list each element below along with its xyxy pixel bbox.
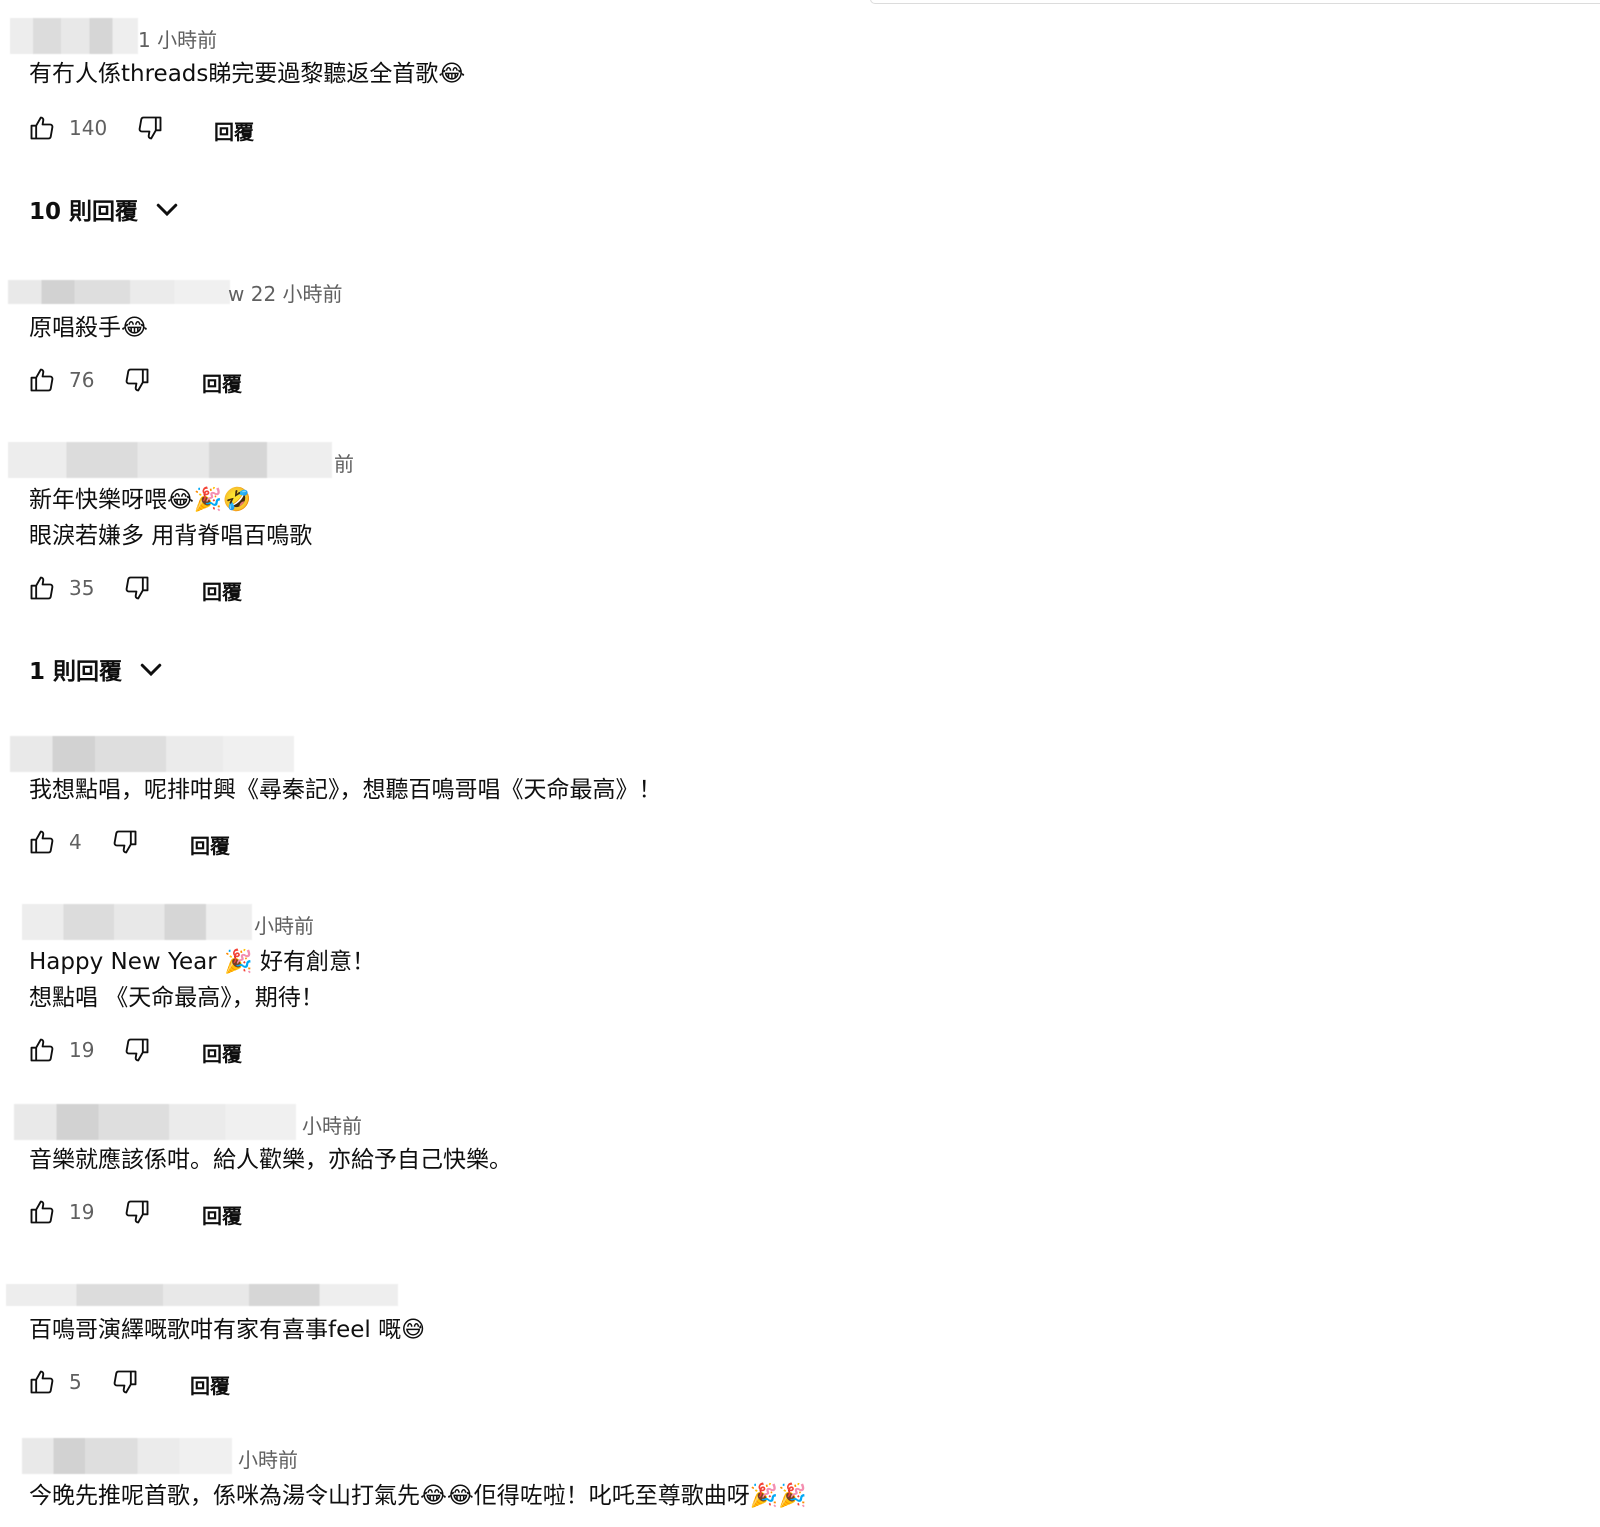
comment: 前 新年快樂呀喂😂🎉🤣 眼淚若嫌多 用背脊唱百鳴歌 35 回覆 [0,442,1600,604]
blurred-username [22,904,252,940]
reply-button[interactable]: 回覆 [202,1200,242,1229]
comment-header: 1 小時前 [0,18,1600,54]
thumbs-up-icon[interactable] [27,1197,57,1227]
blurred-username [8,280,230,304]
replies-count: 10 則回覆 [29,199,139,225]
thumbs-up-icon[interactable] [27,573,57,603]
thumbs-down-icon[interactable] [122,1197,152,1227]
comment: 百鳴哥演繹嘅歌咁有家有喜事feel 嘅😅 5 回覆 [0,1276,1600,1398]
top-border [870,0,1600,4]
blurred-username [10,736,294,772]
comment-text: 有冇人係threads睇完要過黎聽返全首歌😂 [29,61,466,87]
like-count: 19 [69,1200,95,1224]
comment: w 22 小時前 原唱殺手😂 76 回覆 [0,272,1600,396]
comment-text: 我想點唱，呢排咁興《尋秦記》，想聽百鳴哥唱《天命最高》！ [29,777,662,803]
thumbs-down-icon[interactable] [110,827,140,857]
comment: 小時前 Happy New Year 🎉 好有創意！ 想點唱 《天命最高》，期待… [0,904,1600,1066]
comment: 小時前 今晚先推呢首歌，係咪為湯令山打氣先😂😂佢得咗啦！叱吒至尊歌曲呀🎉🎉 [0,1438,1600,1509]
comment-actions: 5 [27,1364,140,1400]
blurred-username [22,1438,232,1474]
comment-header: w 22 小時前 [0,272,1600,308]
comment-time: 1 小時前 [138,28,218,52]
reply-button[interactable]: 回覆 [202,368,242,397]
comment-header [0,1276,1600,1312]
comment-actions: 35 [27,570,152,606]
thumbs-down-icon[interactable] [110,1367,140,1397]
comment-header: 前 [0,442,1600,478]
thumbs-up-icon[interactable] [27,1367,57,1397]
comment-text-line-1: 新年快樂呀喂😂🎉🤣 [29,487,252,513]
comment-actions: 19 [27,1032,152,1068]
thumbs-down-icon[interactable] [122,1035,152,1065]
comment: 小時前 音樂就應該係咁。給人歡樂，亦給予自己快樂。 19 回覆 [0,1104,1600,1228]
thumbs-down-icon[interactable] [122,573,152,603]
reply-button[interactable]: 回覆 [190,830,230,859]
replies-toggle[interactable]: 1 則回覆 [29,652,166,686]
blurred-username [8,442,332,478]
comment: 1 小時前 有冇人係threads睇完要過黎聽返全首歌😂 140 回覆 [0,18,1600,144]
replies-count: 1 則回覆 [29,659,123,685]
comment-header: 小時前 [0,1104,1600,1140]
thumbs-down-icon[interactable] [135,113,165,143]
comment-actions: 4 [27,824,140,860]
like-count: 76 [69,368,95,392]
comment-text-line-2: 想點唱 《天命最高》，期待！ [29,985,324,1011]
reply-button[interactable]: 回覆 [190,1370,230,1399]
thumbs-up-icon[interactable] [27,827,57,857]
comment-header: 小時前 [0,1438,1600,1474]
reply-button[interactable]: 回覆 [202,576,242,605]
comment-text: 今晚先推呢首歌，係咪為湯令山打氣先😂😂佢得咗啦！叱吒至尊歌曲呀🎉🎉 [29,1483,808,1509]
comment-actions: 140 [27,110,165,146]
comment-text-line-1: Happy New Year 🎉 好有創意！ [29,949,375,975]
comment-time: 小時前 [238,1448,298,1472]
comment-text: 原唱殺手😂 [29,315,148,341]
blurred-username [14,1104,296,1140]
reply-button[interactable]: 回覆 [214,116,254,145]
like-count: 5 [69,1370,82,1394]
comment-text: 音樂就應該係咁。給人歡樂，亦給予自己快樂。 [29,1147,512,1173]
comment-actions: 19 [27,1194,152,1230]
comment-actions: 76 [27,362,152,398]
thumbs-up-icon[interactable] [27,113,57,143]
thumbs-up-icon[interactable] [27,1035,57,1065]
like-count: 4 [69,830,82,854]
blurred-username [6,1284,398,1306]
reply-button[interactable]: 回覆 [202,1038,242,1067]
comment-header [0,736,1600,772]
comment-text-line-2: 眼淚若嫌多 用背脊唱百鳴歌 [29,523,313,549]
comment-time: 小時前 [302,1114,362,1138]
comment-time: w 22 小時前 [228,282,343,306]
chevron-down-icon [156,203,178,217]
comment-text: 百鳴哥演繹嘅歌咁有家有喜事feel 嘅😅 [29,1317,426,1343]
comment-header: 小時前 [0,904,1600,940]
comment: 我想點唱，呢排咁興《尋秦記》，想聽百鳴哥唱《天命最高》！ 4 回覆 [0,736,1600,858]
thumbs-up-icon[interactable] [27,365,57,395]
blurred-username [10,18,138,54]
comment-time: 前 [334,452,354,476]
chevron-down-icon [140,663,162,677]
thumbs-down-icon[interactable] [122,365,152,395]
like-count: 140 [69,116,108,140]
replies-toggle[interactable]: 10 則回覆 [29,192,182,226]
like-count: 19 [69,1038,95,1062]
like-count: 35 [69,576,95,600]
comment-time: 小時前 [254,914,314,938]
